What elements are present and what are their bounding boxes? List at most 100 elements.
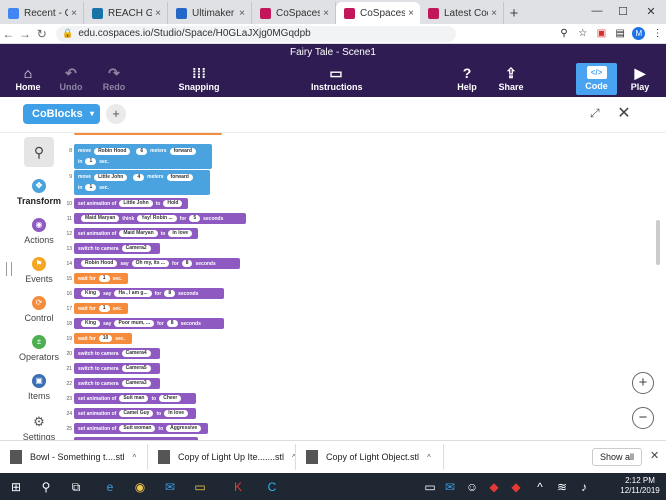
download-item[interactable]: Bowl - Something t....stl ^ [0,444,148,470]
tray-app-icon[interactable]: ◆ [484,477,504,497]
browser-tab-active[interactable]: CoSpaces Ed× [336,2,420,24]
category-actions[interactable]: ◉ Actions [14,218,64,245]
download-item[interactable]: Copy of Light Object.stl ^ [296,444,444,470]
switch-camera-block[interactable]: switch to camera Camera3 [74,378,160,389]
category-transform[interactable]: ✥ Transform [14,179,64,206]
extension-icon[interactable]: ▤ [612,25,629,43]
search-icon[interactable]: ⚲ [36,477,56,497]
new-tab-button[interactable]: + [504,2,524,24]
code-button[interactable]: </> Code [576,63,617,95]
chevron-up-icon[interactable]: ^ [530,477,550,497]
edge-icon[interactable]: e [100,477,120,497]
expand-icon[interactable]: ⤢ [590,106,604,120]
category-control[interactable]: ⟳ Control [14,296,64,323]
wait-block[interactable]: wait for 1 sec. [74,273,128,284]
zoom-out-button[interactable]: − [632,407,654,429]
search-blocks-button[interactable]: ⚲ [24,137,54,167]
snapping-button[interactable]: ⁞⁞⁞ Snapping [176,65,222,95]
switch-camera-block[interactable]: switch to camera Camera4 [74,348,160,359]
instructions-button[interactable]: ▭ Instructions [311,65,363,95]
panel-resize-handle[interactable] [6,262,12,276]
star-icon[interactable]: ☆ [574,25,591,43]
download-item[interactable]: Copy of Light Up Ite.......stl ^ [148,444,296,470]
chevron-up-icon[interactable]: ^ [427,453,431,462]
browser-tab[interactable]: Ultimaker Cu× [168,2,252,24]
close-icon[interactable]: × [323,8,329,19]
search-icon[interactable]: ⚲ [556,25,573,43]
network-icon[interactable]: ▭ [420,477,440,497]
app-icon-k[interactable]: K [228,477,248,497]
app-icon-c[interactable]: C [262,477,282,497]
windows-start-icon[interactable]: ⊞ [6,477,26,497]
say-block[interactable]: Robin Hood say Oh my, its ... for 8 seconds [74,258,240,269]
set-animation-block[interactable]: set animation of Maid Maryan to In love [74,228,198,239]
redo-button[interactable]: ↷ Redo [91,65,137,95]
browser-tab[interactable]: CoSpaces Ed× [252,2,336,24]
task-view-icon[interactable]: ⧉ [66,477,86,497]
maximize-icon[interactable]: ☐ [612,0,634,22]
minimize-icon[interactable]: — [586,0,608,22]
close-icon[interactable]: × [408,8,414,19]
back-icon[interactable]: ← [0,25,17,43]
set-animation-block[interactable]: set animation of Camel Guy to In love [74,408,196,419]
category-operators[interactable]: ± Operators [14,335,64,362]
zoom-in-button[interactable]: + [632,372,654,394]
close-icon[interactable]: × [239,8,245,19]
outlook-icon[interactable]: ✉ [160,477,180,497]
wait-block[interactable]: wait for 1 sec. [74,303,128,314]
outlook-tray-icon[interactable]: ✉ [440,477,460,497]
tray-app-icon[interactable]: ◆ [506,477,526,497]
script-tab-bar: CoBlocks ▾ + ⤢ ✕ [0,97,666,133]
move-block[interactable]: move Robin Hood 6 meters forward in 1 sec. [74,144,212,169]
category-items[interactable]: ▣ Items [14,374,64,401]
chrome-icon[interactable]: ◉ [130,477,150,497]
close-code-editor-button[interactable]: ✕ [615,103,633,122]
browser-tab[interactable]: REACH Grad× [84,2,168,24]
think-block[interactable]: Maid Maryan think Yay! Robin ... for 5 second… [74,213,246,224]
move-block[interactable]: move Little John 4 meters forward in 1 sec. [74,170,210,195]
pdf-extension-icon[interactable]: ▣ [593,25,610,43]
wait-block[interactable]: wait for 10 sec. [74,333,132,344]
set-animation-block[interactable]: set animation of Little John to Hold [74,198,188,209]
close-icon[interactable]: ✕ [650,449,659,462]
say-block[interactable]: King say Poor mum, ... for 8 seconds [74,318,224,329]
home-button[interactable]: ⌂ Home [5,65,51,95]
say-block[interactable]: King say Ha , I am g... for 8 seconds [74,288,224,299]
coblocks-dropdown[interactable]: CoBlocks ▾ [23,104,100,124]
set-animation-block[interactable]: set animation of Suit woman to Aggressive [74,423,208,434]
add-script-button[interactable]: + [106,104,126,124]
reload-icon[interactable]: ↻ [33,25,50,43]
chevron-up-icon[interactable]: ^ [133,453,137,462]
file-explorer-icon[interactable]: ▭ [190,477,210,497]
set-animation-block[interactable]: set animation of Suit man to Cheer [74,393,196,404]
forward-icon[interactable]: → [17,25,34,43]
code-block-partial[interactable] [74,133,222,135]
menu-kebab-icon[interactable]: ⋮ [649,25,666,43]
operators-icon: ± [32,335,46,349]
vertical-scrollbar[interactable] [656,220,660,265]
category-settings[interactable]: ⚙ Settings [14,415,64,443]
people-icon[interactable]: ☺ [462,477,482,497]
share-button[interactable]: ⇪ Share [488,65,534,95]
category-events[interactable]: ⚑ Events [14,257,64,284]
control-icon: ⟳ [32,296,46,310]
code-workspace[interactable]: 8 move Robin Hood 6 meters forward in 1 sec. 9… [64,133,652,440]
browser-tab[interactable]: Latest Codin× [420,2,504,24]
show-all-downloads-button[interactable]: Show all [592,448,642,466]
close-icon[interactable]: × [71,8,77,19]
profile-avatar[interactable]: M [631,25,648,43]
close-icon[interactable]: × [155,8,161,19]
tab-favicon [344,7,355,19]
volume-icon[interactable]: ♪ [574,477,594,497]
taskbar-clock[interactable]: 2:12 PM 12/11/2019 [616,476,664,496]
switch-camera-block[interactable]: switch to camera Camera2 [74,243,160,254]
undo-button[interactable]: ↶ Undo [48,65,94,95]
help-button[interactable]: ? Help [444,65,490,95]
play-button[interactable]: ▶ Play [617,65,663,95]
switch-camera-block[interactable]: switch to camera Camera5 [74,363,160,374]
close-window-icon[interactable]: ✕ [640,0,662,22]
url-field[interactable]: 🔒 edu.cospaces.io/Studio/Space/H0GLaJXjg0… [56,25,456,42]
close-icon[interactable]: × [491,8,497,19]
browser-tab[interactable]: Recent - Go× [0,2,84,24]
wifi-icon[interactable]: ≋ [552,477,572,497]
